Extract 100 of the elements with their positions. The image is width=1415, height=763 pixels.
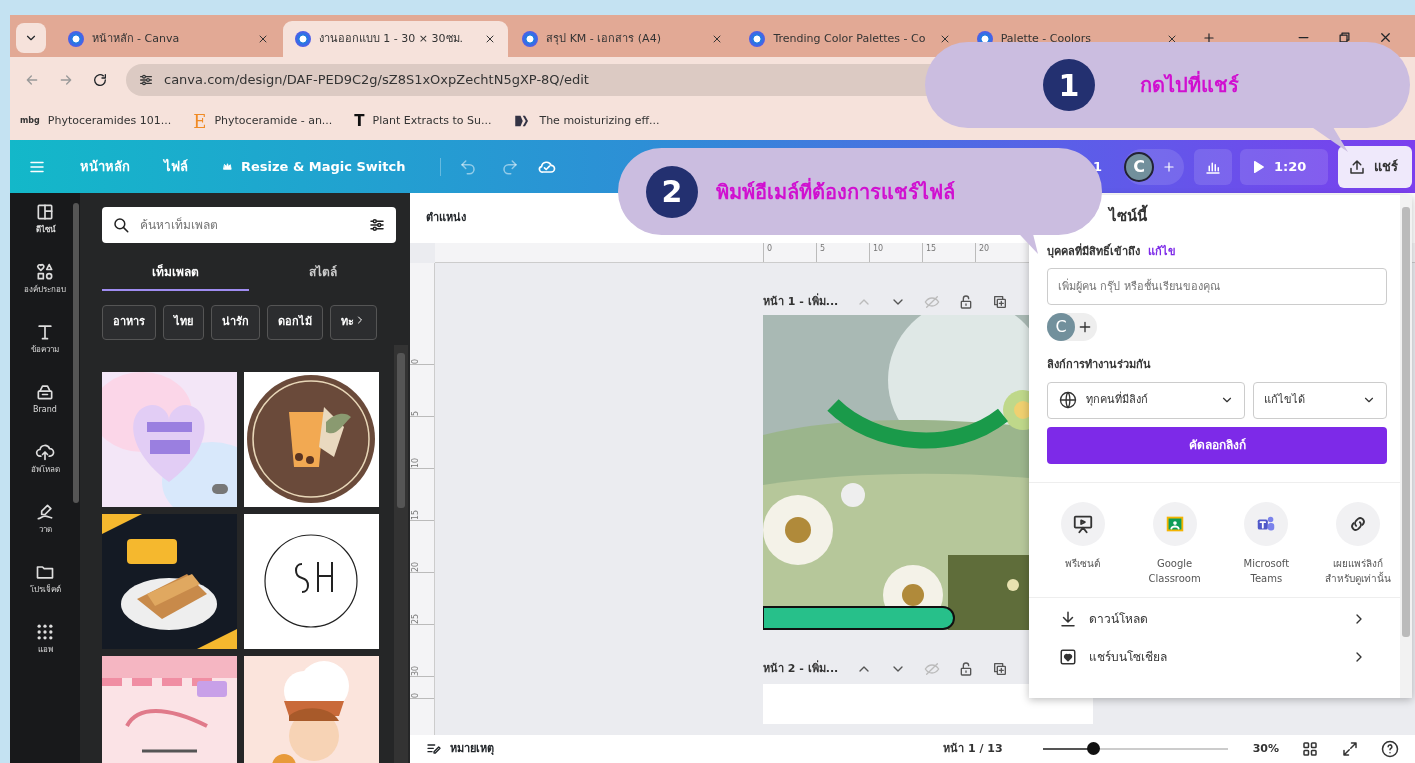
bookmark[interactable]: E Phytoceramide - an... (193, 107, 333, 135)
text-icon (35, 322, 55, 342)
access-dropdown[interactable]: ทุกคนที่มีลิงก์ (1047, 381, 1245, 419)
duplicate-icon[interactable] (992, 294, 1009, 310)
copy-link-button[interactable]: คัดลอกลิงก์ (1047, 426, 1387, 464)
sidebar-item[interactable]: Brand (15, 381, 75, 417)
ruler-label: 10 (410, 417, 434, 469)
shapes-icon (35, 262, 55, 282)
ruler-label: 5 (816, 243, 869, 262)
bookmark[interactable]: T Plant Extracts to Su... (354, 109, 492, 133)
share-icon (1348, 157, 1366, 176)
share-option[interactable]: พรีเซนต์ (1039, 500, 1126, 587)
share-option[interactable]: Google Classroom (1131, 500, 1218, 587)
menu-item[interactable]: ดาวน์โหลด (1047, 597, 1387, 636)
browser-tab[interactable]: Trending Color Palettes - Co (737, 21, 963, 57)
ruler-label: 15 (922, 243, 975, 262)
panel-tab[interactable]: สไตล์ (249, 255, 396, 291)
section-label: บุคคลที่มีสิทธิ์เข้าถึง (1047, 243, 1140, 260)
sidebar-item[interactable]: โปรเจ็คต์ (15, 561, 75, 597)
position-button[interactable]: ตำแหน่ง (426, 209, 466, 227)
canva-logo-icon (749, 31, 766, 47)
briefcase-icon (35, 382, 55, 402)
grid-view-icon[interactable] (1301, 740, 1319, 758)
bookmark-logo: mbg (20, 115, 40, 127)
new-tab-icon[interactable] (1202, 31, 1216, 45)
panel-tab[interactable]: เท็มเพลต (102, 255, 249, 291)
sidebar-item[interactable]: วาด (15, 501, 75, 537)
canva-logo-icon (294, 31, 311, 47)
ruler-label: 15 (410, 469, 434, 521)
ruler-label: 10 (869, 243, 922, 262)
callout-text: กดไปที่แชร์ (1140, 70, 1239, 99)
search-icon (112, 216, 130, 234)
scrollbar[interactable] (394, 345, 408, 763)
menu-item[interactable]: แชร์บนโซเชียล (1047, 635, 1387, 674)
scrollbar-thumb[interactable] (1402, 207, 1410, 637)
edit-link[interactable]: แก้ไข (1148, 243, 1176, 260)
filter-chip[interactable]: ดอกไม้ (267, 305, 323, 340)
page-title[interactable]: หน้า 1 - เพิ่ม... (763, 293, 839, 311)
ruler-label: 30 (410, 625, 434, 677)
panel-title: ไซน์นี้ (1047, 205, 1394, 228)
bookmark-logo: E (193, 109, 207, 134)
download-icon (1059, 609, 1077, 628)
page-title[interactable]: หน้า 2 - เพิ่ม... (763, 660, 839, 678)
duplicate-icon[interactable] (992, 661, 1009, 677)
notes-icon (426, 741, 442, 757)
share-option[interactable]: เผยแพร่ลิงก์สำหรับดูเท่านั้น (1315, 500, 1402, 587)
cloud-upload-icon (35, 442, 55, 462)
crown-icon (222, 161, 233, 172)
browser-tab[interactable]: หน้าหลัก - Canva (55, 21, 281, 57)
search-field[interactable]: ค้นหาเท็มเพลต (102, 207, 396, 243)
insights-button[interactable] (1194, 148, 1232, 185)
notes-button[interactable]: หมายเหตุ (426, 740, 494, 758)
reload-icon[interactable] (92, 71, 108, 88)
globe-icon (1058, 390, 1078, 410)
browser-tab[interactable]: สรุป KM - เอกสาร (A4) (510, 21, 736, 57)
ruler-label: 0 (410, 677, 434, 699)
slider-thumb[interactable] (1086, 742, 1100, 755)
ruler-label: 25 (410, 573, 434, 625)
pen-icon (35, 502, 55, 522)
step-number: 2 (646, 165, 698, 218)
filter-chip[interactable]: ทะ (330, 305, 377, 340)
fullscreen-icon[interactable] (1341, 740, 1359, 758)
help-icon[interactable] (1381, 740, 1399, 758)
filter-chip[interactable]: ไทย (163, 305, 204, 340)
sidebar-item[interactable]: แอพ (15, 621, 75, 657)
share-option[interactable]: Microsoft Teams (1223, 500, 1310, 587)
scrollbar-thumb[interactable] (73, 203, 79, 503)
filter-chip[interactable]: อาหาร (102, 305, 156, 340)
bookmark[interactable]: mbg Phytoceramides 101... (20, 112, 172, 130)
canva-logo-icon (522, 31, 539, 47)
permission-dropdown[interactable]: แก้ไขได้ (1253, 381, 1387, 419)
close-icon[interactable] (1378, 30, 1393, 45)
add-person-icon[interactable] (1077, 319, 1093, 335)
restore-icon[interactable] (1337, 30, 1352, 45)
scrollbar[interactable] (1400, 195, 1412, 698)
heart-frame-icon (1059, 647, 1077, 666)
callout-text: พิมพ์อีเมล์ที่ต้องการแชร์ไฟล์ (716, 177, 955, 206)
sidebar-item[interactable]: ข้อความ (15, 321, 75, 357)
scrollbar-thumb[interactable] (397, 353, 405, 508)
sidebar-item[interactable]: อัพโหลด (15, 441, 75, 477)
section-label: ลิงก์การทำงานร่วมกัน (1047, 357, 1152, 373)
layout-icon (35, 202, 55, 222)
sidebar-item[interactable]: องค์ประกอบ (15, 261, 75, 297)
counter-text: 1 (1092, 157, 1102, 176)
filter-icon[interactable] (368, 216, 386, 234)
share-button[interactable]: แชร์ (1338, 145, 1412, 188)
present-button[interactable]: 1:20 (1240, 148, 1328, 185)
zoom-percent: 30% (1252, 740, 1279, 757)
ruler-label: 0 (763, 243, 816, 262)
page-indicator: หน้า 1 / 13 (943, 740, 1003, 757)
people-input[interactable]: เพิ่มผู้คน กรุ๊ป หรือชั้นเรียนของคุณ (1047, 268, 1387, 305)
filter-chip[interactable]: น่ารัก (211, 305, 260, 340)
apps-grid-icon (35, 622, 55, 642)
ruler-label: 5 (410, 365, 434, 417)
bookmark-logo: T (354, 110, 365, 132)
sidebar-item[interactable]: ดีไซน์ (15, 201, 75, 237)
browser-tab[interactable]: งานออกแบบ 1 - 30 × 30ซม. (282, 21, 509, 57)
bookmark[interactable]: The moisturizing eff... (513, 112, 660, 130)
ruler-label: 0 (410, 313, 434, 365)
canva-logo-icon (67, 31, 84, 47)
